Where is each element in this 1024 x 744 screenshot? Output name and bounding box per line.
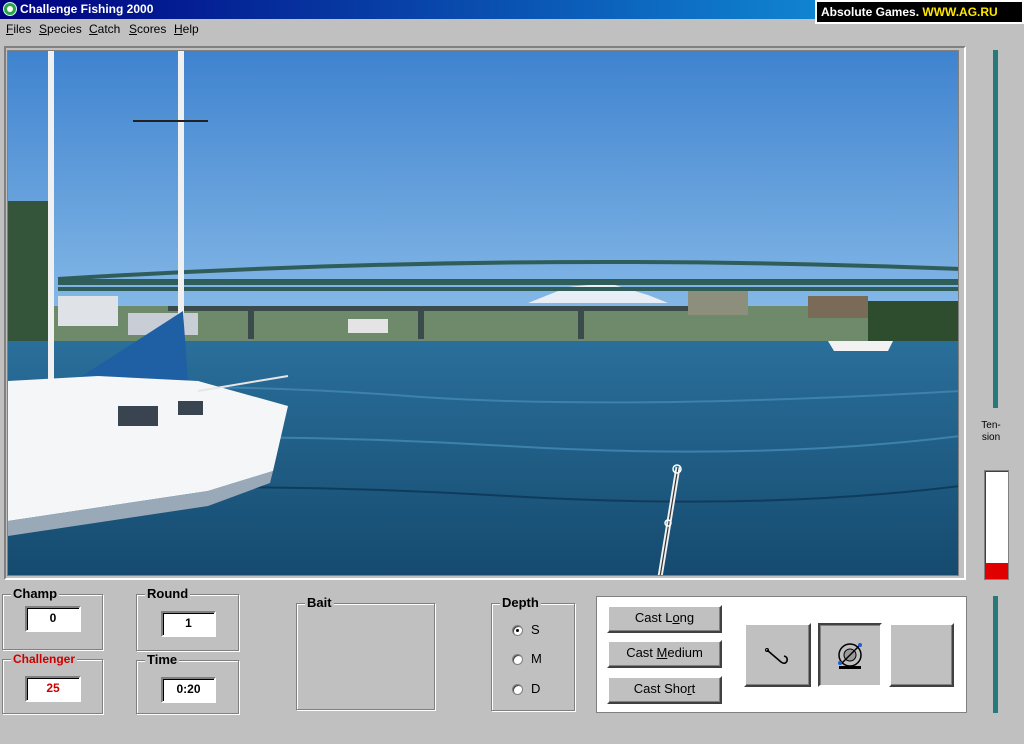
cast-long-button[interactable]: Cast Long <box>607 605 722 633</box>
champ-score: 0 <box>25 606 81 632</box>
menu-files[interactable]: Files <box>6 20 31 38</box>
challenger-label: Challenger <box>11 651 78 667</box>
depth-meter-bar <box>993 50 998 408</box>
scene-image <box>8 51 958 575</box>
menu-species[interactable]: Species <box>39 20 82 38</box>
menu-scores[interactable]: Scores <box>129 20 166 38</box>
round-label: Round <box>145 586 191 602</box>
bait-label: Bait <box>305 595 334 611</box>
depth-radio-medium[interactable] <box>512 654 523 665</box>
time-group: Time 0:20 <box>136 652 239 714</box>
depth-group: Depth S M D <box>491 595 575 711</box>
round-value: 1 <box>161 611 216 637</box>
depth-radio-shallow[interactable] <box>512 625 523 636</box>
cast-panel: Cast Long Cast Medium Cast Short <box>596 596 967 713</box>
menu-catch[interactable]: Catch <box>89 20 120 38</box>
depth-radio-deep[interactable] <box>512 684 523 695</box>
brand-banner: Absolute Games. WWW.AG.RU <box>815 0 1024 24</box>
title-bar: Challenge Fishing 2000 <box>0 0 815 19</box>
window-title: Challenge Fishing 2000 <box>20 2 154 16</box>
tension-gauge <box>984 470 1009 580</box>
tension-fill <box>985 562 1008 579</box>
bait-group[interactable]: Bait <box>296 595 435 710</box>
challenger-group: Challenger 25 <box>2 651 103 714</box>
empty-slot-button[interactable] <box>889 623 954 687</box>
cast-short-button[interactable]: Cast Short <box>607 676 722 704</box>
reel-button[interactable] <box>818 623 882 687</box>
tension-label: Ten- sion <box>981 420 1001 443</box>
cast-medium-button[interactable]: Cast Medium <box>607 640 722 668</box>
challenger-score: 25 <box>25 676 81 702</box>
round-group: Round 1 <box>136 586 239 651</box>
champ-label: Champ <box>11 586 60 602</box>
menu-help[interactable]: Help <box>174 20 199 38</box>
time-label: Time <box>145 652 180 668</box>
hook-icon <box>764 648 788 665</box>
time-value: 0:20 <box>161 677 216 703</box>
hook-button[interactable] <box>744 623 811 687</box>
champ-group: Champ 0 <box>2 586 103 650</box>
depth-label: Depth <box>500 595 541 611</box>
brand-name: Absolute Games. <box>821 5 920 19</box>
fishing-scene[interactable] <box>7 50 959 576</box>
app-icon <box>3 2 17 16</box>
reel-icon <box>838 643 862 669</box>
line-meter-bar <box>993 596 998 713</box>
brand-url: WWW.AG.RU <box>922 5 998 19</box>
